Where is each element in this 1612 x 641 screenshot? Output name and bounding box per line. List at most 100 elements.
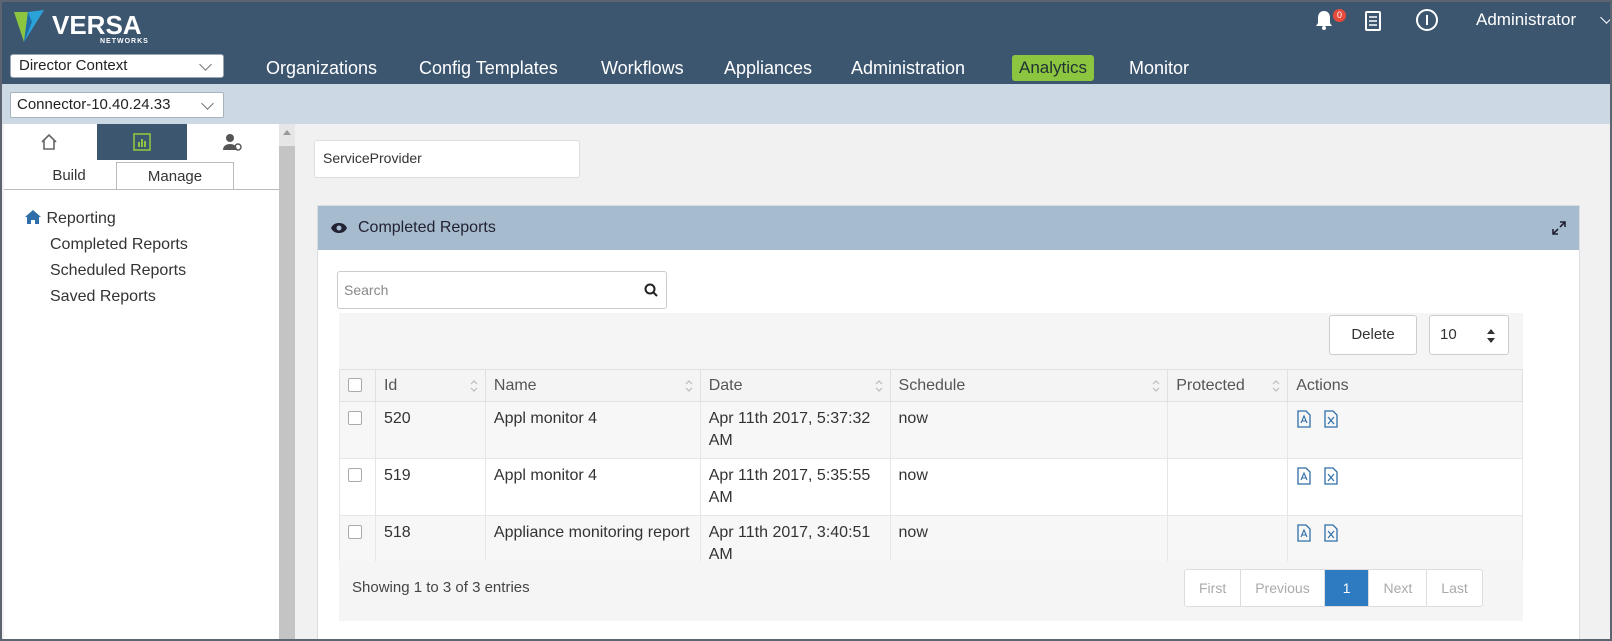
scroll-up-arrow[interactable] xyxy=(283,130,291,135)
column-header-schedule[interactable]: Schedule xyxy=(889,369,1169,402)
sort-icon xyxy=(470,380,478,392)
page-size-select[interactable]: 10 xyxy=(1429,315,1509,355)
cell-actions xyxy=(1287,401,1523,459)
eye-icon xyxy=(331,223,347,233)
tree-item-scheduled-reports[interactable]: Scheduled Reports xyxy=(24,258,188,284)
column-header-date[interactable]: Date xyxy=(699,369,891,402)
nav-workflows[interactable]: Workflows xyxy=(601,54,684,82)
notification-badge: 0 xyxy=(1333,9,1346,22)
home-icon xyxy=(41,133,57,150)
pager-page-1[interactable]: 1 xyxy=(1324,570,1370,606)
home-icon xyxy=(25,210,41,224)
excel-download-icon[interactable] xyxy=(1323,467,1339,485)
analytics-icon xyxy=(133,133,151,151)
cell-schedule: now xyxy=(889,458,1169,516)
user-name: Administrator xyxy=(1476,10,1577,29)
sort-icon xyxy=(1272,380,1280,392)
cell-name: Appl monitor 4 xyxy=(484,458,701,516)
reports-table: Id Name Date Schedule Protected Actions … xyxy=(339,369,1523,573)
nav-organizations[interactable]: Organizations xyxy=(266,54,377,82)
pager-first[interactable]: First xyxy=(1185,570,1242,606)
panel-header: Completed Reports xyxy=(318,206,1579,250)
sidebar-tab-analytics[interactable] xyxy=(97,124,187,160)
table-row: 519 Appl monitor 4 Apr 11th 2017, 5:35:5… xyxy=(339,458,1523,516)
page-size-value: 10 xyxy=(1440,326,1457,343)
column-header-name[interactable]: Name xyxy=(484,369,701,402)
sidebar-scrollbar[interactable] xyxy=(279,124,295,639)
chevron-down-icon xyxy=(1600,11,1610,24)
cell-schedule: now xyxy=(889,401,1169,459)
cell-date: Apr 11th 2017, 5:35:55 AM xyxy=(699,458,891,516)
row-select-cell xyxy=(339,458,376,516)
cell-name: Appl monitor 4 xyxy=(484,401,701,459)
panel-title: Completed Reports xyxy=(358,219,496,236)
sort-icon xyxy=(1152,380,1160,392)
sidebar-tab-home[interactable] xyxy=(4,124,94,160)
select-all-cell xyxy=(339,369,376,402)
select-all-checkbox[interactable] xyxy=(348,377,362,392)
pager-last[interactable]: Last xyxy=(1427,570,1481,606)
spinner-arrows-icon xyxy=(1487,329,1495,343)
expand-icon[interactable] xyxy=(1551,220,1567,236)
sort-icon xyxy=(685,380,693,392)
subtab-build[interactable]: Build xyxy=(24,162,114,190)
bell-icon[interactable] xyxy=(1313,9,1335,31)
search-icon[interactable] xyxy=(644,283,658,297)
top-bar: VERSA NETWORKS Director Context Organiza… xyxy=(2,2,1610,84)
user-menu[interactable]: Administrator xyxy=(1476,10,1610,30)
column-label: Date xyxy=(708,376,743,394)
chevron-down-icon xyxy=(201,97,214,110)
pager-next[interactable]: Next xyxy=(1369,570,1428,606)
cell-id: 520 xyxy=(374,401,486,459)
tree-item-completed-reports[interactable]: Completed Reports xyxy=(24,232,188,258)
sort-icon xyxy=(875,380,882,392)
nav-monitor[interactable]: Monitor xyxy=(1129,54,1189,82)
cell-protected xyxy=(1167,458,1289,516)
entries-info: Showing 1 to 3 of 3 entries xyxy=(352,579,530,596)
scrollbar-thumb[interactable] xyxy=(279,146,295,639)
pdf-download-icon[interactable] xyxy=(1296,524,1312,542)
row-checkbox[interactable] xyxy=(348,468,362,482)
column-header-id[interactable]: Id xyxy=(374,369,486,402)
search-input[interactable]: Search xyxy=(337,271,667,309)
tree-item-saved-reports[interactable]: Saved Reports xyxy=(24,284,188,310)
versa-logo-icon xyxy=(14,10,44,42)
service-provider-select[interactable]: ServiceProvider xyxy=(314,140,580,178)
excel-download-icon[interactable] xyxy=(1323,410,1339,428)
nav-appliances[interactable]: Appliances xyxy=(724,54,812,82)
versa-logo[interactable]: VERSA NETWORKS xyxy=(12,8,162,46)
cell-date: Apr 11th 2017, 5:37:32 AM xyxy=(699,401,891,459)
sidebar: Build Manage Reporting Completed Reports… xyxy=(4,124,279,639)
completed-reports-panel: Completed Reports Search Delete 10 Id Na… xyxy=(317,205,1580,639)
row-checkbox[interactable] xyxy=(348,525,362,539)
nav-administration[interactable]: Administration xyxy=(851,54,965,82)
row-select-cell xyxy=(339,401,376,459)
pager-previous[interactable]: Previous xyxy=(1241,570,1325,606)
tree-root-reporting[interactable]: Reporting xyxy=(24,206,188,232)
delete-button[interactable]: Delete xyxy=(1329,315,1417,355)
column-label: Id xyxy=(383,376,398,394)
nav-config-templates[interactable]: Config Templates xyxy=(419,54,558,82)
brand-name: VERSA xyxy=(52,10,142,40)
pagination: First Previous 1 Next Last xyxy=(1184,569,1483,607)
director-context-select[interactable]: Director Context xyxy=(10,54,224,78)
column-header-protected[interactable]: Protected xyxy=(1167,369,1289,402)
clipboard-icon[interactable] xyxy=(1364,10,1382,32)
subtab-manage[interactable]: Manage xyxy=(116,162,234,190)
report-tree: Reporting Completed Reports Scheduled Re… xyxy=(24,206,188,310)
row-checkbox[interactable] xyxy=(348,411,362,425)
nav-analytics[interactable]: Analytics xyxy=(1012,55,1095,81)
search-placeholder: Search xyxy=(344,282,389,298)
column-label: Actions xyxy=(1296,376,1349,394)
sidebar-tab-user-settings[interactable] xyxy=(187,124,277,160)
excel-download-icon[interactable] xyxy=(1323,524,1339,542)
pdf-download-icon[interactable] xyxy=(1296,467,1312,485)
cell-id: 519 xyxy=(374,458,486,516)
brand-sub: NETWORKS xyxy=(100,38,149,45)
connector-select[interactable]: Connector-10.40.24.33 xyxy=(10,92,224,118)
pdf-download-icon[interactable] xyxy=(1296,410,1312,428)
user-settings-icon xyxy=(223,134,242,151)
director-context-value: Director Context xyxy=(19,57,128,74)
subtab-divider xyxy=(4,189,279,190)
info-icon[interactable] xyxy=(1415,8,1439,32)
